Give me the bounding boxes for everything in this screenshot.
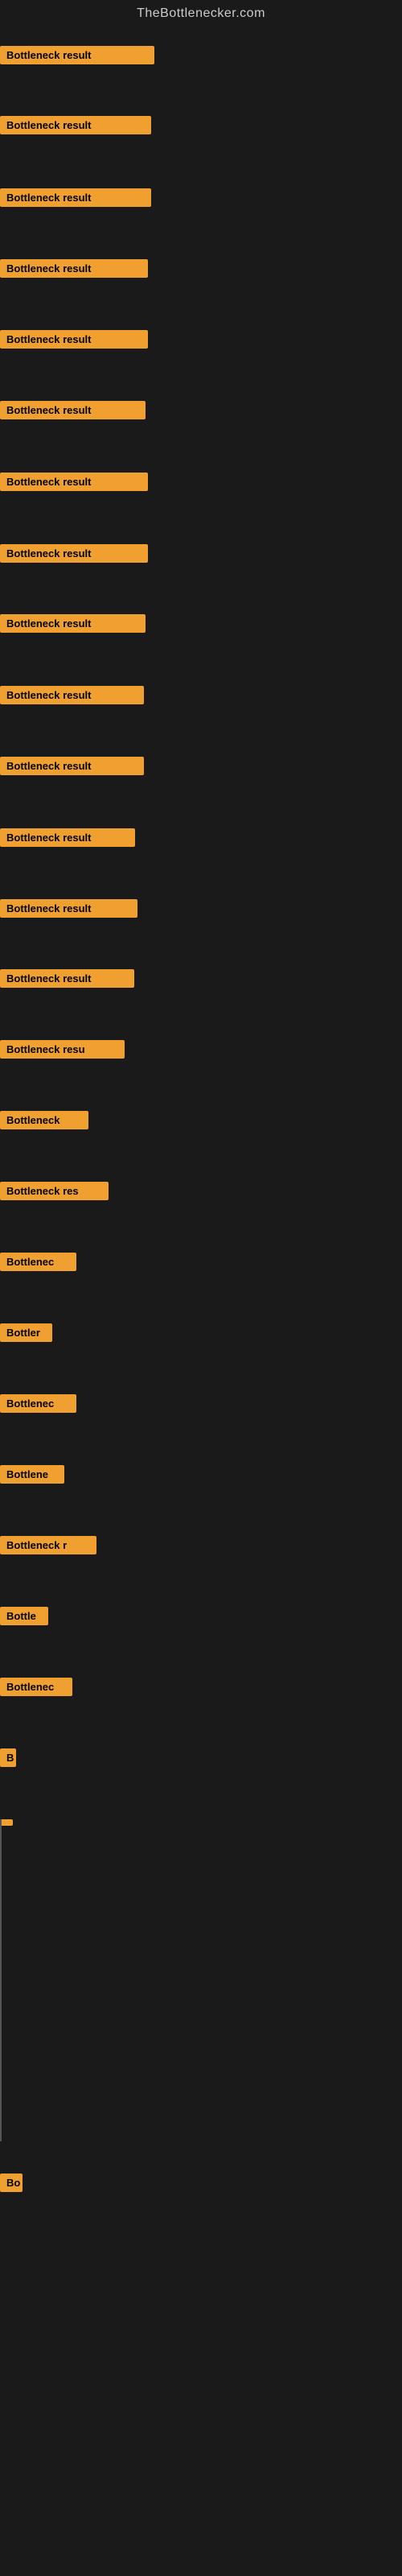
result-row[interactable]: Bottleneck result: [0, 686, 144, 704]
result-row[interactable]: Bottleneck result: [0, 401, 146, 419]
result-row[interactable]: Bottle: [0, 1607, 48, 1625]
bottleneck-label-4[interactable]: Bottleneck result: [0, 259, 148, 278]
bottleneck-label-13[interactable]: Bottleneck result: [0, 899, 137, 918]
result-row[interactable]: Bottleneck result: [0, 544, 148, 563]
result-row[interactable]: Bottlenec: [0, 1253, 76, 1271]
bottleneck-label-24[interactable]: Bottlenec: [0, 1678, 72, 1696]
bottleneck-label-25[interactable]: B: [0, 1748, 16, 1767]
bottleneck-label-14[interactable]: Bottleneck result: [0, 969, 134, 988]
result-row[interactable]: Bottleneck result: [0, 116, 151, 134]
result-row[interactable]: Bottleneck result: [0, 899, 137, 918]
result-row[interactable]: Bo: [0, 2174, 23, 2192]
bottleneck-label-8[interactable]: Bottleneck result: [0, 544, 148, 563]
result-row[interactable]: Bottler: [0, 1323, 52, 1342]
site-title: TheBottlenecker.com: [0, 0, 402, 31]
result-row[interactable]: Bottleneck resu: [0, 1040, 125, 1059]
bottleneck-label-21[interactable]: Bottlene: [0, 1465, 64, 1484]
bottleneck-label-9[interactable]: Bottleneck result: [0, 614, 146, 633]
result-row[interactable]: Bottleneck result: [0, 330, 148, 349]
bottleneck-label-1[interactable]: Bottleneck result: [0, 46, 154, 64]
result-row[interactable]: Bottleneck result: [0, 757, 144, 775]
result-row[interactable]: Bottleneck r: [0, 1536, 96, 1554]
result-row[interactable]: Bottleneck result: [0, 473, 148, 491]
result-row[interactable]: Bottlenec: [0, 1394, 76, 1413]
bottleneck-label-6[interactable]: Bottleneck result: [0, 401, 146, 419]
result-row[interactable]: Bottleneck result: [0, 969, 134, 988]
bottleneck-label-11[interactable]: Bottleneck result: [0, 757, 144, 775]
result-row[interactable]: Bottleneck: [0, 1111, 88, 1129]
bottleneck-label-17[interactable]: Bottleneck res: [0, 1182, 109, 1200]
result-row[interactable]: Bottlene: [0, 1465, 64, 1484]
bottleneck-label-16[interactable]: Bottleneck: [0, 1111, 88, 1129]
result-row[interactable]: Bottleneck result: [0, 46, 154, 64]
vertical-line: [0, 1819, 2, 2141]
result-row[interactable]: Bottlenec: [0, 1678, 72, 1696]
bottleneck-label-27[interactable]: Bo: [0, 2174, 23, 2192]
bottleneck-label-2[interactable]: Bottleneck result: [0, 116, 151, 134]
bottleneck-label-12[interactable]: Bottleneck result: [0, 828, 135, 847]
bottleneck-label-3[interactable]: Bottleneck result: [0, 188, 151, 207]
result-row[interactable]: Bottleneck result: [0, 614, 146, 633]
result-row[interactable]: [0, 1819, 13, 1826]
bottleneck-label-18[interactable]: Bottlenec: [0, 1253, 76, 1271]
result-row[interactable]: Bottleneck result: [0, 188, 151, 207]
result-row[interactable]: Bottleneck result: [0, 259, 148, 278]
bottleneck-label-22[interactable]: Bottleneck r: [0, 1536, 96, 1554]
result-row[interactable]: B: [0, 1748, 16, 1767]
bottleneck-label-26[interactable]: [0, 1819, 13, 1826]
bottleneck-label-15[interactable]: Bottleneck resu: [0, 1040, 125, 1059]
bottleneck-label-20[interactable]: Bottlenec: [0, 1394, 76, 1413]
bottleneck-label-19[interactable]: Bottler: [0, 1323, 52, 1342]
result-row[interactable]: Bottleneck result: [0, 828, 135, 847]
bottleneck-label-23[interactable]: Bottle: [0, 1607, 48, 1625]
bottleneck-label-5[interactable]: Bottleneck result: [0, 330, 148, 349]
bottleneck-label-7[interactable]: Bottleneck result: [0, 473, 148, 491]
result-row[interactable]: Bottleneck res: [0, 1182, 109, 1200]
bottleneck-label-10[interactable]: Bottleneck result: [0, 686, 144, 704]
